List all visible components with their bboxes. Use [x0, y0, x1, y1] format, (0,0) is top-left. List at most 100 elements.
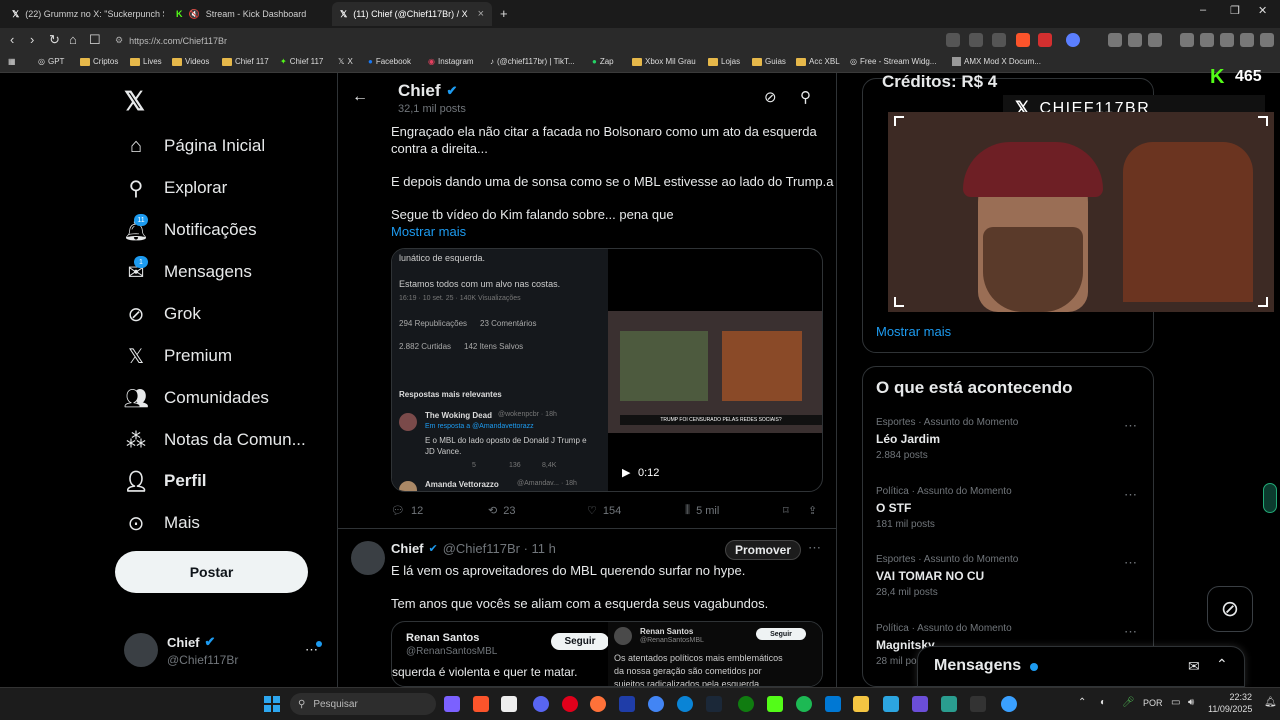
share-icon[interactable]	[992, 33, 1006, 47]
browser-tab[interactable]: 𝕏 (22) Grummz no X: "Suckerpunch Se	[4, 2, 164, 26]
forward-icon[interactable]: ›	[30, 32, 34, 47]
bookmark-folder[interactable]: Lives	[130, 57, 162, 66]
firefox-icon[interactable]	[590, 696, 606, 712]
bookmark-facebook[interactable]: ● Facebook	[368, 57, 411, 66]
sidebar-icon[interactable]	[1180, 33, 1194, 47]
mic-icon[interactable]: 🎤︎	[1122, 697, 1135, 708]
chrome-icon[interactable]	[648, 696, 664, 712]
bookmark-whatsapp[interactable]: ● Zap	[592, 57, 614, 66]
bookmark-folder[interactable]: Acc XBL	[796, 57, 840, 66]
account-name[interactable]: Chief ✔	[167, 634, 215, 650]
extension-icon[interactable]	[946, 33, 960, 47]
quoted-media[interactable]: Renan Santos @RenanSantosMBL Seguir sque…	[391, 621, 823, 687]
browser-tab[interactable]: K 🔇 Stream - Kick Dashboard	[168, 2, 328, 26]
spotify-icon[interactable]	[796, 696, 812, 712]
app-icon[interactable]	[941, 696, 957, 712]
avatar[interactable]	[124, 633, 158, 667]
grok-floating-button[interactable]: ⊘	[1207, 586, 1253, 632]
app-icon[interactable]	[1001, 696, 1017, 712]
language-indicator[interactable]: POR	[1143, 698, 1163, 708]
copilot-icon[interactable]	[444, 696, 460, 712]
tray-icon[interactable]: ◐	[1100, 697, 1106, 708]
bookmark-gpt[interactable]: ◎ GPT	[38, 57, 64, 66]
repost-button[interactable]: ⟲ 23	[488, 504, 515, 518]
leo-icon[interactable]	[1220, 33, 1234, 47]
site-info-icon[interactable]: ⚙	[115, 35, 123, 46]
new-message-icon[interactable]: ✉	[1188, 658, 1200, 675]
sidebar-item-community-notes[interactable]: ⁂ Notas da Comun...	[124, 428, 306, 452]
vpn-icon[interactable]	[1240, 33, 1254, 47]
close-tab-icon[interactable]: ×	[478, 8, 484, 20]
bookmark-streamelements[interactable]: ◎ Free - Stream Widg...	[850, 57, 936, 66]
apps-icon[interactable]: ▦	[8, 57, 16, 66]
show-more-link[interactable]: Mostrar mais	[876, 324, 951, 339]
home-icon[interactable]: ⌂	[69, 32, 77, 47]
speaker-icon[interactable]: 🔊︎	[1188, 697, 1194, 708]
app-icon[interactable]	[912, 696, 928, 712]
play-icon[interactable]: ▶	[622, 466, 630, 479]
menu-icon[interactable]	[1260, 33, 1274, 47]
brave-shield-icon[interactable]	[1016, 33, 1030, 47]
obs-icon[interactable]	[970, 696, 986, 712]
expand-icon[interactable]: ⌃	[1216, 656, 1228, 673]
edge-icon[interactable]	[677, 696, 693, 712]
browser-tab-active[interactable]: 𝕏 (11) Chief (@Chief117Br) / X ×	[332, 2, 492, 26]
more-dots-icon[interactable]: ⋯	[1124, 418, 1137, 434]
bookmark-x[interactable]: 𝕏X	[338, 57, 353, 66]
steam-icon[interactable]	[706, 696, 722, 712]
app-icon[interactable]	[883, 696, 899, 712]
bookmark-kick[interactable]: ✦ Chief 117	[280, 57, 323, 66]
bookmark-tiktok[interactable]: ♪ (@chief117br) | TikT...	[490, 57, 575, 66]
chevron-up-icon[interactable]: ⌃	[1078, 697, 1086, 708]
sidebar-item-communities[interactable]: 👥︎ Comunidades	[123, 386, 269, 410]
notepad-icon[interactable]	[501, 696, 517, 712]
wallet-icon[interactable]	[1200, 33, 1214, 47]
close-window-button[interactable]: ✕	[1258, 4, 1267, 17]
windows-start-icon[interactable]	[264, 696, 280, 712]
trend-item[interactable]: Esportes · Assunto do Momento VAI TOMAR …	[876, 554, 1018, 598]
trend-item[interactable]: Política · Assunto do Momento O STF 181 …	[876, 486, 1012, 530]
clock-time[interactable]: 22:32	[1210, 692, 1252, 702]
reply-button[interactable]: 💬︎ 12	[391, 504, 423, 518]
network-icon[interactable]: ▭	[1171, 697, 1180, 708]
more-dots-icon[interactable]: ⋯	[1124, 487, 1137, 503]
search-icon[interactable]: ⚲	[800, 88, 811, 106]
bookmark-instagram[interactable]: ◉ Instagram	[428, 57, 474, 66]
more-dots-icon[interactable]: ⋯	[1124, 555, 1137, 571]
clock-date[interactable]: 11/09/2025	[1208, 704, 1252, 714]
bookmark-folder[interactable]: Guias	[752, 57, 786, 66]
bookmark-folder[interactable]: Videos	[172, 57, 209, 66]
bookmark-folder[interactable]: Lojas	[708, 57, 740, 66]
sidebar-item-more[interactable]: ⊙ Mais	[124, 511, 200, 535]
video-thumbnail[interactable]: TRUMP FOI CENSURADO PELAS REDES SOCIAIS?	[608, 311, 822, 433]
puzzle-icon[interactable]	[1128, 33, 1142, 47]
back-icon[interactable]: ‹	[10, 32, 14, 47]
promote-button[interactable]: Promover	[725, 540, 801, 560]
x-logo-icon[interactable]: 𝕏	[124, 86, 145, 117]
more-dots-icon[interactable]: ⋯	[808, 540, 821, 556]
share-button[interactable]: ⇪	[808, 504, 817, 517]
kick-icon[interactable]	[767, 696, 783, 712]
more-dots-icon[interactable]: ⋯	[1124, 624, 1137, 640]
bookmark-button[interactable]: ⌑	[783, 504, 789, 517]
grok-icon[interactable]: ⊘	[764, 88, 777, 106]
bookmark-folder[interactable]: Chief 117	[222, 57, 269, 66]
maximize-button[interactable]: ❐	[1230, 4, 1240, 17]
url-field[interactable]: ⚙ https://x.com/Chief117Br	[115, 31, 935, 50]
file-explorer-icon[interactable]	[853, 696, 869, 712]
outlook-icon[interactable]	[825, 696, 841, 712]
profile-icon[interactable]	[1066, 33, 1080, 47]
avatar[interactable]	[351, 541, 385, 575]
sidebar-item-home[interactable]: ⌂ Página Inicial	[124, 134, 265, 158]
sidebar-item-premium[interactable]: 𝕏 Premium	[124, 344, 232, 368]
bookmark-icon[interactable]: ☐	[89, 32, 101, 48]
floating-extension-tab[interactable]	[1263, 483, 1277, 513]
messages-drawer[interactable]: Mensagens ✉ ⌃	[917, 646, 1245, 687]
extension-icon[interactable]	[1108, 33, 1122, 47]
bookmark-folder[interactable]: Xbox Mil Grau	[632, 57, 696, 66]
reload-icon[interactable]: ↻	[49, 32, 60, 48]
brave-icon[interactable]	[473, 696, 489, 712]
shield-app-icon[interactable]	[619, 696, 635, 712]
follow-button[interactable]: Seguir	[551, 633, 609, 650]
post-button[interactable]: Postar	[115, 551, 308, 593]
